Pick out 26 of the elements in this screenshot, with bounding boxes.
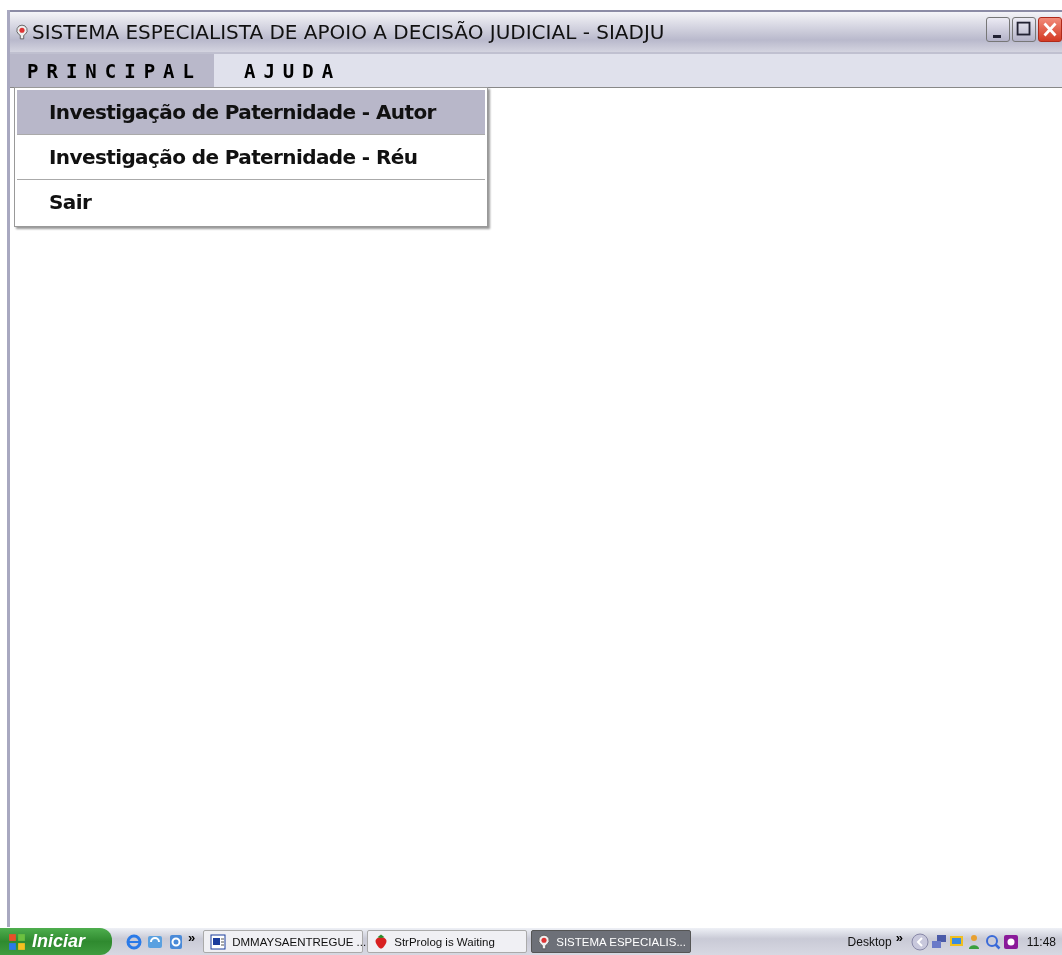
clock: 11:48: [1025, 934, 1057, 949]
overflow-chevron[interactable]: »: [184, 930, 200, 945]
overflow-chevron[interactable]: »: [891, 930, 907, 945]
menu-option[interactable]: Investigação de Paternidade - Réu: [17, 135, 485, 180]
close-button[interactable]: [1038, 17, 1062, 42]
toolbar-label: Desktop: [847, 934, 892, 949]
window-title: SISTEMA ESPECIALISTA DE APOIO A DECISÃO JUDICIAL - SIADJU: [32, 20, 666, 44]
menu-item[interactable]: AJUDA: [213, 54, 354, 87]
network-icon[interactable]: [930, 933, 947, 950]
taskbar-button[interactable]: StrProlog is Waiting: [367, 930, 528, 953]
lightbulb-icon: [538, 933, 551, 950]
menu-option[interactable]: Investigação de Paternidade - Autor: [17, 90, 485, 135]
strawberry-icon: [374, 933, 389, 950]
taskbar-button[interactable]: DMMAYSAENTREGUE ...: [203, 930, 364, 953]
taskbar-button[interactable]: SISTEMA ESPECIALIS...: [531, 930, 692, 953]
magnifier-icon[interactable]: [984, 933, 1001, 950]
browser-icon[interactable]: [126, 933, 142, 950]
minimize-button[interactable]: [986, 17, 1010, 42]
lightbulb-icon: [16, 24, 28, 40]
maximize-button[interactable]: [1012, 17, 1036, 42]
app-icon[interactable]: [1002, 933, 1019, 950]
windows-flag-icon: [8, 932, 26, 951]
menu-option[interactable]: Sair: [17, 180, 485, 224]
start-button[interactable]: Iniciar: [0, 928, 112, 955]
minimize-icon: [993, 35, 1001, 38]
menu-item[interactable]: PRINCIPAL: [10, 54, 214, 87]
